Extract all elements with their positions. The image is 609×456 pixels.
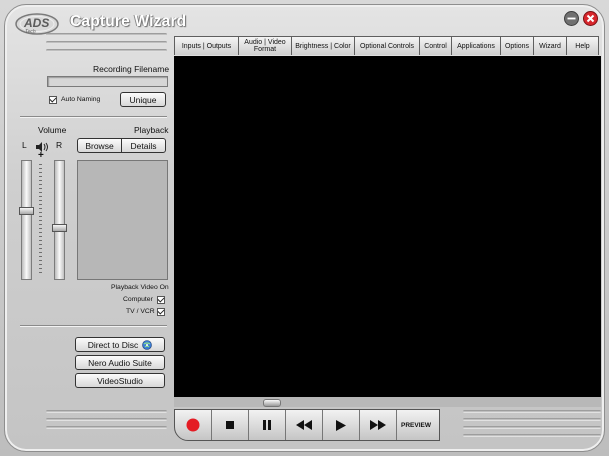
nero-audio-suite-button[interactable]: Nero Audio Suite xyxy=(75,355,165,370)
tab-help[interactable]: Help xyxy=(566,36,599,55)
rewind-button[interactable] xyxy=(286,410,323,440)
tv-vcr-label: TV / VCR xyxy=(126,308,155,315)
close-button[interactable] xyxy=(583,11,598,26)
recording-filename-input[interactable] xyxy=(47,76,168,87)
unique-button[interactable]: Unique xyxy=(120,92,166,107)
transport-controls: PREVIEW xyxy=(174,409,440,441)
stop-button[interactable] xyxy=(212,410,249,440)
logo-text: ADS xyxy=(24,16,50,30)
computer-label: Computer xyxy=(123,296,153,303)
volume-left-thumb[interactable] xyxy=(19,207,34,215)
tab-wizard[interactable]: Wizard xyxy=(533,36,566,55)
videostudio-button[interactable]: VideoStudio xyxy=(75,373,165,388)
volume-left-track[interactable] xyxy=(21,160,32,280)
tab-inputs-outputs[interactable]: Inputs | Outputs xyxy=(174,36,238,55)
close-icon xyxy=(583,11,598,26)
video-preview-area[interactable] xyxy=(174,56,601,397)
record-button[interactable] xyxy=(175,410,212,440)
position-slider-knob[interactable] xyxy=(263,399,281,407)
tab-audio-video-format[interactable]: Audio | Video Format xyxy=(238,36,291,55)
volume-ticks xyxy=(39,164,42,276)
main-tabs: Inputs | Outputs Audio | Video Format Br… xyxy=(174,36,599,57)
play-button[interactable] xyxy=(323,410,360,440)
direct-to-disc-label: Direct to Disc xyxy=(87,339,139,350)
volume-right-track[interactable] xyxy=(54,160,65,280)
volume-label: Volume xyxy=(38,125,67,135)
disc-icon xyxy=(142,339,153,350)
fast-forward-button[interactable] xyxy=(360,410,397,440)
logo-subtext: Tech xyxy=(25,29,36,35)
tab-brightness-color[interactable]: Brightness | Color xyxy=(291,36,354,55)
browse-button[interactable]: Browse xyxy=(77,138,122,153)
auto-naming-checkbox[interactable] xyxy=(49,96,57,104)
footer-grooves-left xyxy=(46,410,167,434)
video-bottom-strip xyxy=(174,397,601,407)
minimize-icon xyxy=(564,11,579,26)
header-grooves xyxy=(46,33,167,57)
tv-vcr-checkbox[interactable] xyxy=(157,308,165,316)
playback-preview-area xyxy=(77,160,168,280)
direct-to-disc-button[interactable]: Direct to Disc xyxy=(75,337,165,352)
computer-checkbox[interactable] xyxy=(157,296,165,304)
play-icon xyxy=(336,419,346,431)
separator-top xyxy=(20,116,167,118)
volume-right-thumb[interactable] xyxy=(52,224,67,232)
pause-button[interactable] xyxy=(249,410,286,440)
footer-grooves-right xyxy=(463,410,601,442)
auto-naming-label: Auto Naming xyxy=(61,96,101,103)
capture-wizard-window: ADS Tech Capture Wizard Inputs | Outputs… xyxy=(0,0,609,456)
tab-applications[interactable]: Applications xyxy=(451,36,500,55)
tab-control[interactable]: Control xyxy=(419,36,451,55)
playback-label: Playback xyxy=(134,125,169,135)
tab-optional-controls[interactable]: Optional Controls xyxy=(354,36,419,55)
separator-bottom xyxy=(20,325,167,327)
volume-right-label: R xyxy=(56,140,63,150)
minimize-button[interactable] xyxy=(564,11,579,26)
details-button[interactable]: Details xyxy=(121,138,166,153)
fast-forward-icon xyxy=(370,420,386,430)
stop-icon xyxy=(226,421,234,429)
pause-icon xyxy=(263,420,271,430)
volume-plus-label: + xyxy=(38,150,44,161)
record-icon xyxy=(186,418,200,432)
tab-options[interactable]: Options xyxy=(500,36,533,55)
rewind-icon xyxy=(296,420,312,430)
recording-filename-label: Recording Filename xyxy=(93,64,170,74)
playback-video-on-label: Playback Video On xyxy=(111,284,169,291)
app-title: Capture Wizard xyxy=(70,13,187,30)
volume-left-label: L xyxy=(22,140,27,150)
preview-button[interactable]: PREVIEW xyxy=(397,410,435,440)
